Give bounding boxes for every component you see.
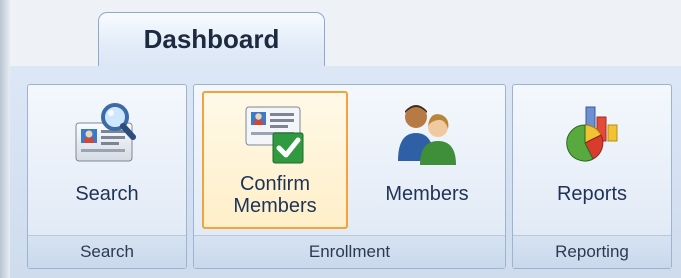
ribbon: Dashboard Search Search Confirm Members … [0,0,681,278]
search-button[interactable]: Search [32,91,182,229]
search-button-label: Search [75,183,139,205]
group-search: Search Search [27,84,187,269]
tab-dashboard-label: Dashboard [143,23,280,54]
reports-button-label: Reports [556,183,628,205]
members-button[interactable]: Members [354,91,500,229]
group-search-label: Search [28,235,186,268]
group-enrollment: Confirm Members Members Enrollment [193,84,506,269]
group-reporting: Reports Reporting [512,84,672,269]
confirm-members-label-line1: Confirm [239,173,310,195]
ribbon-tabstrip: Dashboard [10,0,681,67]
window-left-edge [0,0,10,278]
confirm-members-button[interactable]: Confirm Members [202,91,348,229]
reports-chart-icon [555,99,629,169]
members-icon [390,99,464,169]
members-button-label: Members [385,183,469,205]
tab-dashboard[interactable]: Dashboard [98,12,325,67]
group-enrollment-label: Enrollment [194,235,505,268]
search-card-icon [70,99,144,169]
confirm-members-label: Confirm Members [233,173,316,217]
group-reporting-label: Reporting [513,235,671,268]
reports-button[interactable]: Reports [517,91,667,229]
confirm-card-icon [238,101,312,171]
confirm-members-label-line2: Members [233,195,317,217]
